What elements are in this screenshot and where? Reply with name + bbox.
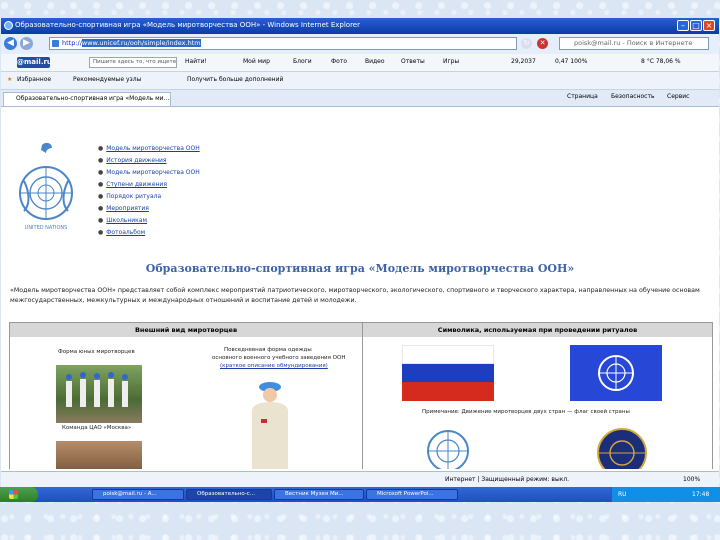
russia-flag-icon: [401, 344, 495, 401]
toolbar-games[interactable]: Игры: [443, 58, 459, 65]
status-bar: Интернет | Защищенный режим: выкл. 100%: [1, 471, 719, 487]
team-photo: [56, 441, 142, 469]
uniform-title: Повседневная форма одежды: [224, 347, 312, 353]
fav-addons[interactable]: Получить больше дополнений: [187, 76, 283, 83]
page-content: UNITED NATIONS ● Модель миротворчества ОО…: [6, 109, 714, 469]
russia-flag: [401, 344, 495, 401]
un-flag-emblem-icon: [598, 355, 634, 391]
cmd-tools[interactable]: Сервис: [667, 93, 689, 100]
status-text: Интернет | Защищенный режим: выкл.: [445, 476, 570, 483]
star-icon: ★: [7, 76, 13, 83]
favorites-bar: ★ Избранное Рекомендуемые узлы Получить …: [1, 72, 719, 90]
side-menu: ● Модель миротворчества ООН ● История движ…: [98, 143, 200, 239]
toolbar-my-world[interactable]: Мой мир: [243, 58, 270, 65]
info-table: Внешний вид миротворцев Символика, испол…: [9, 322, 713, 469]
peacekeeper-figure: [246, 379, 294, 469]
page-title: Образовательно-спортивная игра «Модель м…: [145, 262, 575, 275]
intro-text: «Модель миротворчества ООН» представляет…: [10, 287, 700, 304]
un-emblem-small-icon: [427, 430, 469, 469]
menu-item[interactable]: ● Фотоальбом: [98, 227, 200, 239]
right-header: Символика, используемая при проведении р…: [363, 323, 712, 337]
menu-item[interactable]: ● Мероприятия: [98, 203, 200, 215]
task-mail[interactable]: poisk@mail.ru - A...: [92, 489, 184, 500]
un-flag: [570, 345, 662, 401]
toolbar-video[interactable]: Видео: [365, 58, 385, 65]
menu-item[interactable]: ● Модель миротворчества ООН: [98, 143, 200, 155]
close-button[interactable]: ×: [703, 20, 715, 31]
menu-item[interactable]: ● Ступени движения: [98, 179, 200, 191]
un-logo: UNITED NATIONS: [14, 141, 78, 231]
favorites-button[interactable]: Избранное: [17, 76, 51, 83]
fav-recommended[interactable]: Рекомендуемые узлы: [73, 76, 141, 83]
task-ie[interactable]: Образовательно-с...: [186, 489, 272, 500]
toolbar-photo[interactable]: Фото: [331, 58, 347, 65]
browser-window: Образовательно-спортивная игра «Модель м…: [1, 18, 719, 487]
toolbar-rate2: 0,47 100%: [555, 58, 588, 65]
menu-item[interactable]: ● Модель миротворчества ООН: [98, 167, 200, 179]
taskbar: poisk@mail.ru - A... Образовательно-с...…: [0, 487, 720, 502]
url-selected: www.unicef.ru/ooh/simple/index.htm: [81, 39, 201, 47]
minimize-button[interactable]: –: [677, 20, 689, 31]
back-button[interactable]: ◀: [4, 37, 17, 50]
refresh-icon[interactable]: ↻: [521, 38, 532, 49]
un-emblem-white: [422, 423, 474, 469]
menu-item[interactable]: ● История движения: [98, 155, 200, 167]
soldier-icon: [252, 382, 288, 469]
column-divider: [362, 323, 363, 469]
logo-caption: UNITED NATIONS: [24, 225, 68, 231]
task-powerpoint[interactable]: Microsoft PowerPoi...: [366, 489, 458, 500]
menu-item[interactable]: ● Порядок ритуала: [98, 191, 200, 203]
un-emblem-badge: [594, 423, 650, 469]
page-icon: [52, 40, 59, 47]
tab-current[interactable]: Образовательно-спортивная игра «Модель м…: [3, 92, 171, 106]
uniform-subtitle: основного военного учебного заведения ОО…: [212, 355, 346, 361]
toolbar-find-button[interactable]: Найти!: [185, 58, 207, 65]
toolbar-weather: 8 °C 78,06 %: [641, 58, 681, 65]
search-field[interactable]: poisk@mail.ru - Поиск в Интернете: [559, 37, 709, 50]
form-title: Форма юных миротворцев: [58, 349, 135, 355]
toolbar-blogs[interactable]: Блоги: [293, 58, 312, 65]
clock: 17:48: [692, 491, 710, 498]
url-prefix: http://: [62, 39, 82, 47]
url-field[interactable]: http://www.unicef.ru/ooh/simple/index.ht…: [49, 37, 517, 50]
tab-bar: Образовательно-спортивная игра «Модель м…: [1, 90, 719, 107]
un-emblem-icon: [19, 142, 73, 220]
cadets-figures-icon: [66, 372, 128, 407]
un-badge-icon: [597, 428, 647, 469]
system-tray: RU 17:48: [611, 487, 720, 502]
language-indicator[interactable]: RU: [618, 491, 627, 498]
address-bar: ◀ ▶ http://www.unicef.ru/ooh/simple/inde…: [1, 34, 719, 55]
left-header: Внешний вид миротворцев: [10, 323, 362, 337]
window-title: Образовательно-спортивная игра «Модель м…: [15, 21, 360, 29]
cadets-photo: [56, 365, 142, 423]
symbol-note: Примечание: Движение миротворцев двух ст…: [422, 409, 630, 415]
mailru-logo[interactable]: @mail.ru: [17, 57, 52, 68]
menu-item[interactable]: ● Школьникам: [98, 215, 200, 227]
start-button[interactable]: [0, 487, 38, 502]
zoom-level[interactable]: 100%: [683, 476, 700, 483]
forward-button[interactable]: ▶: [20, 37, 33, 50]
title-bar: Образовательно-спортивная игра «Модель м…: [1, 18, 719, 34]
cmd-page[interactable]: Страница: [567, 93, 598, 100]
maximize-button[interactable]: □: [690, 20, 702, 31]
task-museum[interactable]: Вестник Музея Ми...: [274, 489, 364, 500]
stop-icon[interactable]: ✕: [537, 38, 548, 49]
school-caption: Команда ЦАО «Москва»: [62, 425, 132, 431]
toolbar-search-input[interactable]: Пишите здесь то, что ищете: [89, 57, 177, 68]
toolbar-rate: 29,2037: [511, 58, 536, 65]
cmd-security[interactable]: Безопасность: [611, 93, 655, 100]
uniform-link[interactable]: (краткое описание обмундирования): [220, 363, 328, 369]
ie-icon: [4, 21, 13, 30]
windows-logo-icon: [9, 490, 18, 499]
toolbar-answers[interactable]: Ответы: [401, 58, 425, 65]
mailru-toolbar: @mail.ru Пишите здесь то, что ищете Найт…: [1, 54, 719, 72]
